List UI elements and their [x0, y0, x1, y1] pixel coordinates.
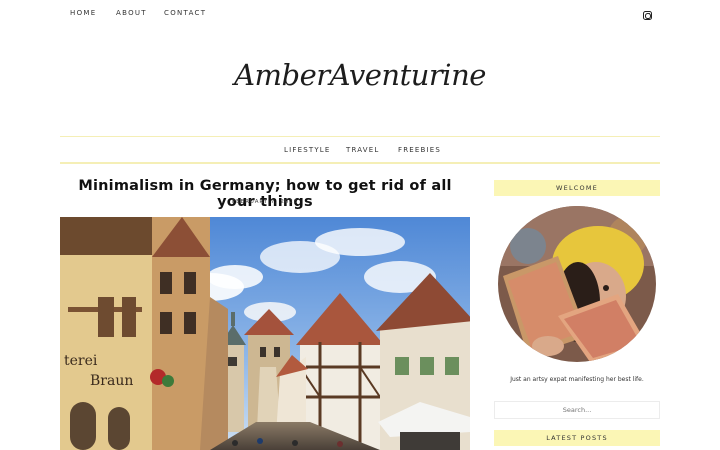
instagram-icon[interactable]	[643, 11, 652, 20]
post-title[interactable]: Minimalism in Germany; how to get rid of…	[60, 178, 470, 210]
post-hero-image[interactable]: terei Braun	[60, 217, 470, 450]
nav-about[interactable]: ABOUT	[116, 9, 147, 17]
nav-home[interactable]: HOME	[70, 9, 96, 17]
top-nav: HOME ABOUT CONTACT	[0, 0, 720, 30]
street-scene-illustration: terei Braun	[60, 217, 470, 450]
post-date: FEBRUARY 7, 2026	[232, 199, 298, 205]
author-tagline: Just an artsy expat manifesting her best…	[510, 376, 644, 383]
welcome-heading: WELCOME	[494, 180, 660, 196]
latest-posts-heading: LATEST POSTS	[494, 430, 660, 446]
author-avatar	[498, 206, 656, 362]
nav-contact[interactable]: CONTACT	[164, 9, 206, 17]
category-travel[interactable]: TRAVEL	[346, 146, 380, 154]
site-logo[interactable]: AmberAventurine	[0, 58, 720, 92]
category-freebies[interactable]: FREEBIES	[398, 146, 441, 154]
hero-sign-text-2: Braun	[90, 373, 133, 389]
search-input[interactable]	[494, 401, 660, 419]
category-lifestyle[interactable]: LIFESTYLE	[284, 146, 331, 154]
hero-sign-text-1: terei	[64, 353, 98, 369]
category-nav: LIFESTYLE TRAVEL FREEBIES	[60, 136, 660, 164]
author-photo-illustration	[498, 206, 656, 362]
